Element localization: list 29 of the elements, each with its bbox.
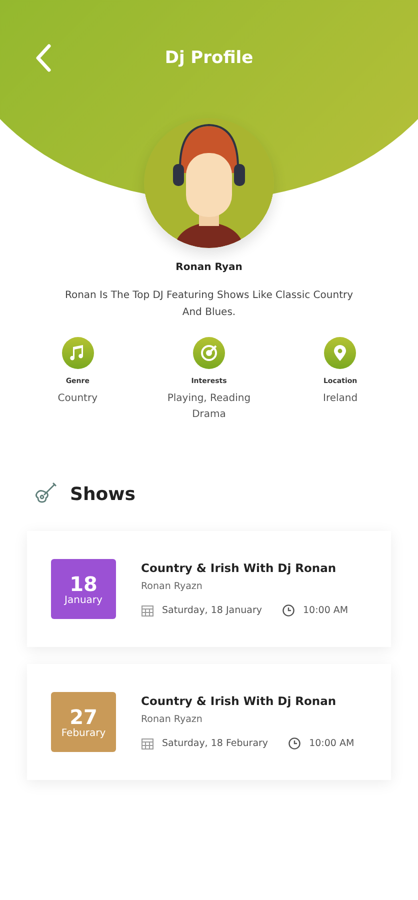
show-host: Ronan Ryazn: [141, 714, 204, 725]
dj-bio: Ronan Is The Top DJ Featuring Shows Like Classic Country And Blues.: [64, 289, 354, 320]
show-time: 10:00 AM: [309, 738, 354, 749]
back-icon[interactable]: [34, 43, 52, 73]
info-value: Playing, Reading Drama: [166, 392, 252, 422]
clock-icon: [288, 737, 302, 750]
show-title: Country & Irish With Dj Ronan: [141, 561, 338, 575]
target-icon: [192, 337, 225, 369]
show-title: Country & Irish With Dj Ronan: [141, 694, 338, 708]
page-title: Dj Profile: [164, 48, 254, 68]
show-host: Ronan Ryazn: [141, 581, 204, 592]
show-card[interactable]: 27 Feburary Country & Irish With Dj Ronan Ronan Ryazn Saturday, 18 Feburary 10:00 AM: [27, 664, 391, 780]
clock-icon: [282, 604, 295, 617]
badge-day: 18: [70, 572, 98, 594]
badge-day: 27: [70, 706, 98, 728]
location-pin-icon: [324, 337, 356, 369]
calendar-icon: [141, 604, 154, 617]
info-value: Country: [56, 392, 99, 406]
show-time: 10:00 AM: [302, 605, 348, 616]
calendar-icon: [141, 737, 154, 750]
section-title: Shows: [70, 484, 136, 504]
music-note-icon: [62, 337, 94, 369]
show-card[interactable]: 18 January Country & Irish With Dj Ronan Ronan Ryazn Saturday, 18 January 10:00 AM: [27, 531, 391, 647]
badge-month: Feburary: [61, 728, 106, 738]
show-date: Saturday, 18 January: [162, 605, 262, 616]
badge-month: January: [64, 594, 102, 606]
show-date: Saturday, 18 Feburary: [162, 738, 268, 749]
dj-name: Ronan Ryan: [174, 262, 244, 273]
info-value: Ireland: [322, 392, 359, 406]
